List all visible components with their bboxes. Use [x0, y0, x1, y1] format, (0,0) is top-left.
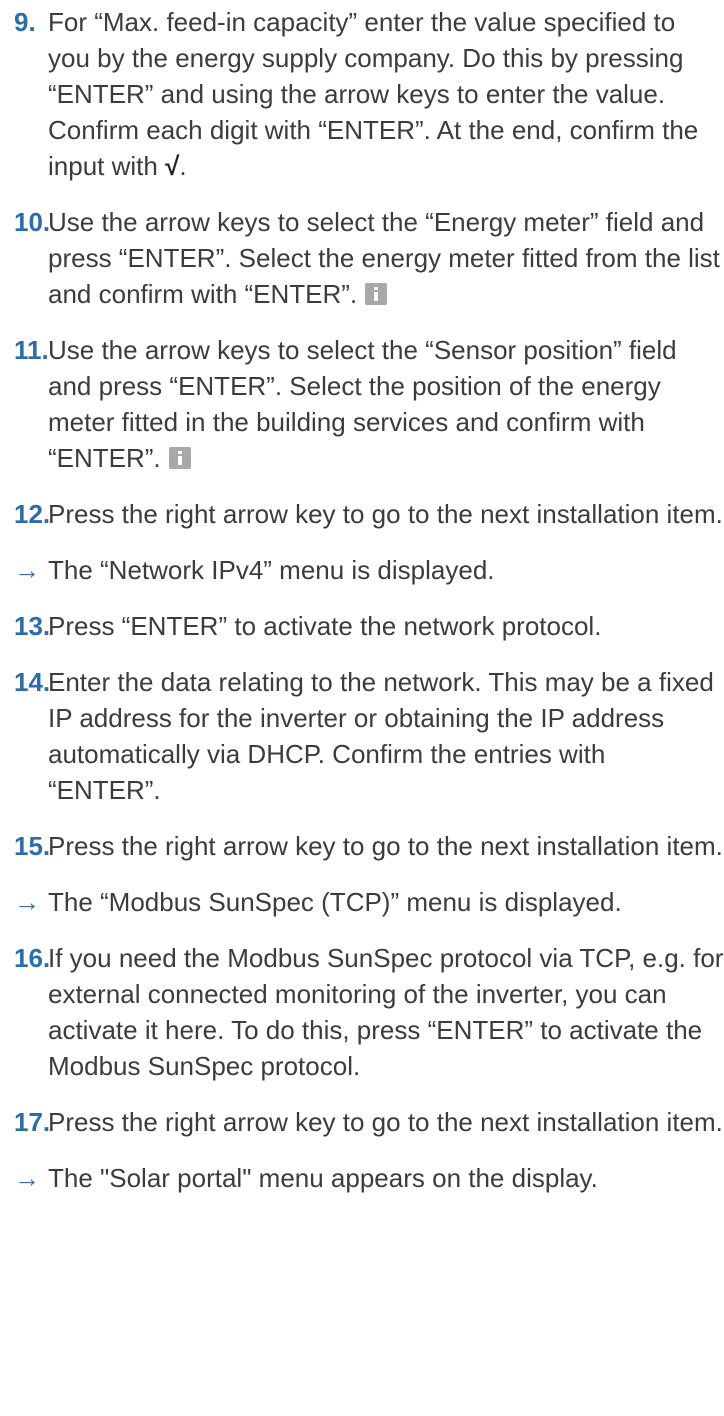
step-text: Press “ENTER” to activate the network pr…: [48, 611, 602, 641]
step-text: Press the right arrow key to go to the n…: [48, 1107, 723, 1137]
info-icon: [168, 447, 191, 469]
info-icon: [365, 283, 388, 305]
step-11: 11. Use the arrow keys to select the “Se…: [14, 332, 724, 476]
instruction-list: 9. For “Max. feed-in capacity” enter the…: [0, 0, 724, 1416]
step-12: 12. Press the right arrow key to go to t…: [14, 496, 724, 532]
step-13: 13. Press “ENTER” to activate the networ…: [14, 608, 724, 644]
step-17: 17. Press the right arrow key to go to t…: [14, 1104, 724, 1140]
step-number: 13.: [14, 611, 51, 641]
step-text: Press the right arrow key to go to the n…: [48, 499, 723, 529]
result-modbus-menu: → The “Modbus SunSpec (TCP)” menu is dis…: [14, 884, 724, 920]
checkmark-icon: √: [165, 151, 180, 181]
step-text: Press the right arrow key to go to the n…: [48, 831, 723, 861]
arrow-right-icon: →: [14, 555, 40, 585]
step-number: 17.: [14, 1107, 51, 1137]
step-10: 10. Use the arrow keys to select the “En…: [14, 204, 724, 312]
step-16: 16. If you need the Modbus SunSpec proto…: [14, 940, 724, 1084]
arrow-right-icon: →: [14, 887, 40, 917]
step-14: 14. Enter the data relating to the netwo…: [14, 664, 724, 808]
step-number: 12.: [14, 499, 51, 529]
step-text: Use the arrow keys to select the “Sensor…: [48, 335, 677, 473]
result-solar-portal-menu: → The "Solar portal" menu appears on the…: [14, 1160, 724, 1196]
step-number: 16.: [14, 943, 51, 973]
step-number: 15.: [14, 831, 51, 861]
step-text: Enter the data relating to the network. …: [48, 667, 714, 805]
result-text: The "Solar portal" menu appears on the d…: [48, 1163, 598, 1193]
step-text: For “Max. feed-in capacity” enter the va…: [48, 7, 699, 181]
arrow-right-icon: →: [14, 1163, 40, 1193]
step-9: 9. For “Max. feed-in capacity” enter the…: [14, 4, 724, 184]
result-text: The “Modbus SunSpec (TCP)” menu is displ…: [48, 887, 622, 917]
step-number: 10.: [14, 207, 51, 237]
step-number: 9.: [14, 7, 36, 37]
result-text: The “Network IPv4” menu is displayed.: [48, 555, 495, 585]
step-15: 15. Press the right arrow key to go to t…: [14, 828, 724, 864]
step-text: If you need the Modbus SunSpec protocol …: [48, 943, 724, 1081]
step-text-end: .: [179, 151, 187, 181]
result-network-menu: → The “Network IPv4” menu is displayed.: [14, 552, 724, 588]
step-number: 11.: [14, 335, 49, 365]
step-number: 14.: [14, 667, 51, 697]
